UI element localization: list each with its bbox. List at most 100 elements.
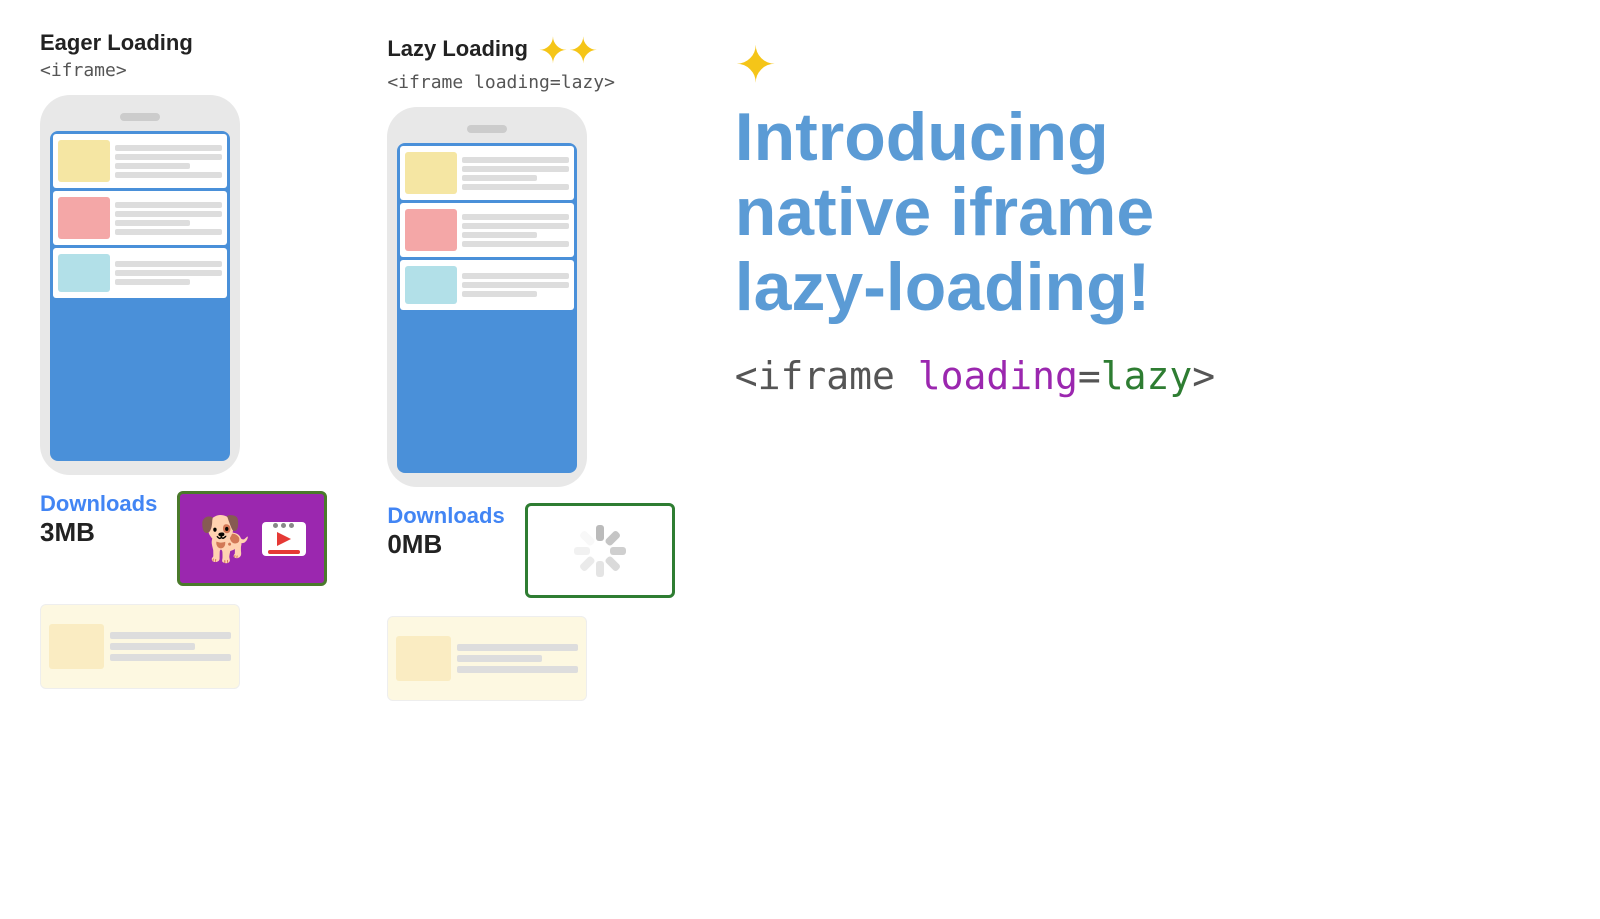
content-image-2-lazy [405,209,457,251]
content-lines-1 [115,140,222,182]
content-image-3 [58,254,110,292]
line [462,184,569,190]
line [115,279,190,285]
screen-block-2-lazy [400,203,574,257]
code-loading-text: loading [918,354,1078,398]
phones-row: Eager Loading <iframe> [40,30,675,701]
intro-line2: native iframe [735,174,1155,250]
code-lazy-text: lazy [1101,354,1193,398]
screen-block-3-eager [53,248,227,298]
sparkle-large-icon: ✦ [735,40,777,90]
code-iframe-text: <iframe [735,354,918,398]
lazy-download-info: Downloads 0MB [387,503,504,560]
content-lines-3-lazy [462,266,569,304]
eager-download-info: Downloads 3MB [40,491,157,548]
line [462,166,569,172]
line [115,172,222,178]
line [115,261,222,267]
content-image-2 [58,197,110,239]
lazy-below-block [387,616,587,701]
below-lines-eager [110,632,231,661]
eager-phone-screen [50,131,230,461]
content-lines-3 [115,254,222,292]
intro-line3: lazy-loading! [735,249,1151,325]
lazy-phone-group: Lazy Loading ✦✦ <iframe loading=lazy> [387,30,674,701]
below-line [110,654,231,661]
line [115,145,222,151]
eager-downloads-section: Downloads 3MB 🐕 [40,491,327,586]
lazy-downloads-size: 0MB [387,529,504,560]
content-image-1-lazy [405,152,457,194]
line [462,273,569,279]
line [115,154,222,160]
lazy-phone-screen [397,143,577,473]
content-image-3-lazy [405,266,457,304]
below-line [457,655,542,662]
line [462,291,537,297]
line [115,202,222,208]
play-dot [289,523,294,528]
lazy-phone-frame [387,107,587,487]
eager-iframe-thumbnail: 🐕 [177,491,327,586]
intro-line1: Introducing [735,99,1109,175]
eager-downloads-size: 3MB [40,517,157,548]
line [462,175,537,181]
line [462,282,569,288]
eager-below-block [40,604,240,689]
line [462,157,569,163]
line [115,211,222,217]
play-button-box [262,522,306,556]
content-lines-2-lazy [462,209,569,251]
lazy-downloads-section: Downloads 0MB [387,503,674,598]
screen-block-1-lazy [400,146,574,200]
line [115,163,190,169]
main-container: Eager Loading <iframe> [0,0,1600,919]
code-equals-text: = [1078,354,1101,398]
below-line [457,666,578,673]
content-lines-1-lazy [462,152,569,194]
eager-below-fold [40,604,240,689]
below-line [110,632,231,639]
below-lines-lazy [457,644,578,673]
content-lines-2 [115,197,222,239]
sparkle-header: ✦ [735,40,1560,90]
lazy-below-fold [387,616,587,701]
code-close-text: > [1192,354,1215,398]
eager-phone-frame [40,95,240,475]
lazy-code: <iframe loading=lazy> [387,72,615,93]
line [462,214,569,220]
lazy-downloads-label: Downloads [387,503,504,529]
line [115,270,222,276]
screen-block-3-lazy [400,260,574,310]
play-bar [268,550,300,554]
right-section: ✦ Introducing native iframe lazy-loading… [675,30,1560,398]
below-line [457,644,578,651]
play-dot [281,523,286,528]
phones-section: Eager Loading <iframe> [40,30,675,701]
dog-icon: 🐕 [199,513,254,565]
screen-block-1-eager [53,134,227,188]
eager-phone-group: Eager Loading <iframe> [40,30,327,689]
line [115,220,190,226]
line [462,241,569,247]
screen-block-2-eager [53,191,227,245]
lazy-label: Lazy Loading [387,36,528,62]
phone-notch-lazy [467,125,507,133]
below-image-eager [49,624,104,669]
sparkle-small-icon: ✦✦ [538,30,598,72]
play-dots [273,523,294,528]
line [462,232,537,238]
line [462,223,569,229]
content-image-1 [58,140,110,182]
lazy-iframe-thumbnail [525,503,675,598]
below-image-lazy [396,636,451,681]
play-dot [273,523,278,528]
phone-notch-eager [120,113,160,121]
eager-label: Eager Loading [40,30,193,56]
line [115,229,222,235]
loading-spinner-icon [570,521,630,581]
below-line [110,643,195,650]
eager-code: <iframe> [40,60,127,81]
eager-downloads-label: Downloads [40,491,157,517]
play-triangle-icon [277,532,291,546]
